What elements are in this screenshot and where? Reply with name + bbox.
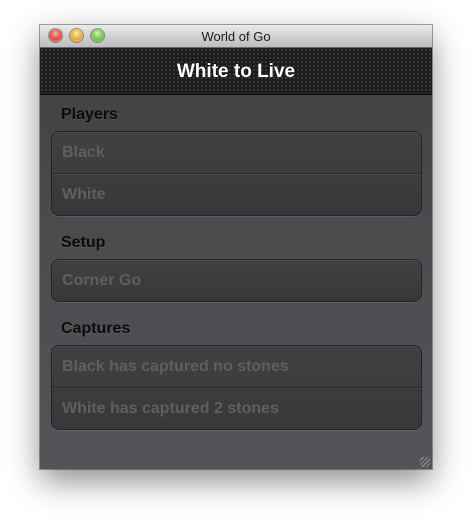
navigation-bar: White to Live — [40, 48, 432, 95]
black-captures-cell: Black has captured no stones — [62, 358, 289, 375]
captures-group: Black has captured no stones White has c… — [51, 345, 422, 430]
app-window: World of Go White to Live Players Black … — [40, 25, 432, 469]
section-header-setup: Setup — [61, 234, 106, 251]
player-white-cell[interactable]: White — [52, 173, 421, 215]
title-bar[interactable]: World of Go — [40, 25, 432, 48]
navigation-title: White to Live — [176, 61, 296, 82]
section-header-captures: Captures — [61, 320, 131, 337]
window-title: World of Go — [201, 29, 271, 44]
white-captures-cell: White has captured 2 stones — [52, 387, 421, 429]
player-black-cell[interactable]: Black — [52, 132, 421, 173]
players-group: Black White — [51, 131, 422, 216]
setup-corner-go-cell[interactable]: Corner Go — [52, 260, 421, 301]
setup-group: Corner Go — [51, 259, 422, 302]
section-header-players: Players — [61, 106, 118, 123]
resize-grip-icon[interactable] — [420, 457, 430, 467]
